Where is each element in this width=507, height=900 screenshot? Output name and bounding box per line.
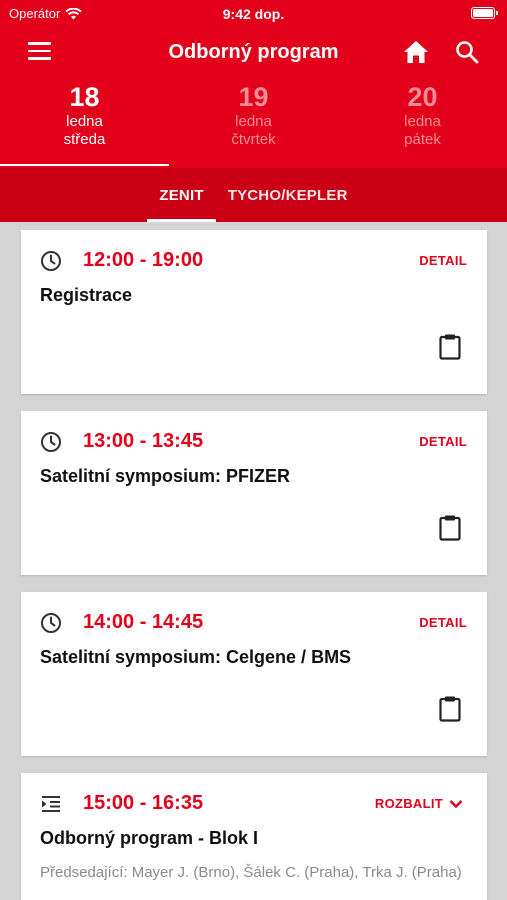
search-icon[interactable] [455, 40, 479, 64]
day-tab-19[interactable]: 19 ledna čtvrtek [169, 78, 338, 168]
session-card: 12:00 - 19:00 DETAIL Registrace [21, 230, 487, 394]
day-month: ledna [404, 113, 441, 130]
app-header: Operátor 9:42 dop. Odborný program 18 le… [0, 0, 507, 222]
active-tab-indicator [147, 219, 216, 222]
clipboard-icon[interactable] [439, 333, 461, 360]
day-weekday: středa [63, 131, 106, 148]
clock-icon [41, 613, 61, 633]
clock-icon [41, 432, 61, 452]
expand-label: ROZBALIT [374, 796, 443, 811]
session-block-card: 15:00 - 16:35 ROZBALIT Odborný program -… [21, 773, 487, 900]
session-time: 12:00 - 19:00 [83, 249, 204, 271]
page-title: Odborný program [168, 41, 339, 63]
session-time: 14:00 - 14:45 [83, 611, 204, 633]
session-title: Satelitní symposium: PFIZER [40, 466, 291, 486]
indent-list-icon [42, 796, 60, 812]
session-title: Satelitní symposium: Celgene / BMS [40, 647, 352, 667]
session-title: Odborný program - Blok I [40, 828, 259, 848]
hall-tabs: ZENIT TYCHO/KEPLER [0, 168, 507, 222]
tab-label: ZENIT [159, 186, 204, 204]
active-day-indicator [0, 164, 169, 166]
expand-button[interactable]: ROZBALIT [375, 796, 463, 811]
day-month: ledna [235, 113, 272, 130]
detail-button[interactable]: DETAIL [419, 434, 467, 449]
session-card: 13:00 - 13:45 DETAIL Satelitní symposium… [21, 411, 487, 575]
chevron-down-icon [449, 799, 463, 808]
day-number: 18 [69, 82, 100, 112]
clipboard-icon[interactable] [439, 514, 461, 541]
tab-zenit[interactable]: ZENIT [147, 168, 216, 222]
day-weekday: pátek [404, 131, 441, 148]
day-tab-18[interactable]: 18 ledna středa [0, 78, 169, 168]
session-card: 14:00 - 14:45 DETAIL Satelitní symposium… [21, 592, 487, 756]
detail-button[interactable]: DETAIL [419, 615, 467, 630]
home-icon[interactable] [403, 40, 429, 64]
day-weekday: čtvrtek [231, 131, 276, 148]
app-bar: Odborný program [0, 28, 507, 78]
session-chairs: Předsedající: Mayer J. (Brno), Šálek C. … [40, 864, 462, 881]
clipboard-icon[interactable] [439, 695, 461, 722]
day-tabs: 18 ledna středa 19 ledna čtvrtek 20 ledn… [0, 78, 507, 168]
day-number: 20 [407, 82, 438, 112]
tab-tycho-kepler[interactable]: TYCHO/KEPLER [216, 168, 360, 222]
tab-label: TYCHO/KEPLER [227, 186, 348, 204]
battery-icon [471, 7, 498, 19]
status-time: 9:42 dop. [222, 6, 285, 22]
day-tab-20[interactable]: 20 ledna pátek [338, 78, 507, 168]
clock-icon [41, 251, 61, 271]
session-time: 13:00 - 13:45 [83, 430, 204, 452]
day-number: 19 [238, 82, 269, 112]
session-time: 15:00 - 16:35 [83, 792, 204, 814]
status-bar: Operátor 9:42 dop. [0, 0, 507, 28]
day-month: ledna [66, 113, 103, 130]
session-title: Registrace [40, 285, 133, 305]
detail-button[interactable]: DETAIL [419, 253, 467, 268]
